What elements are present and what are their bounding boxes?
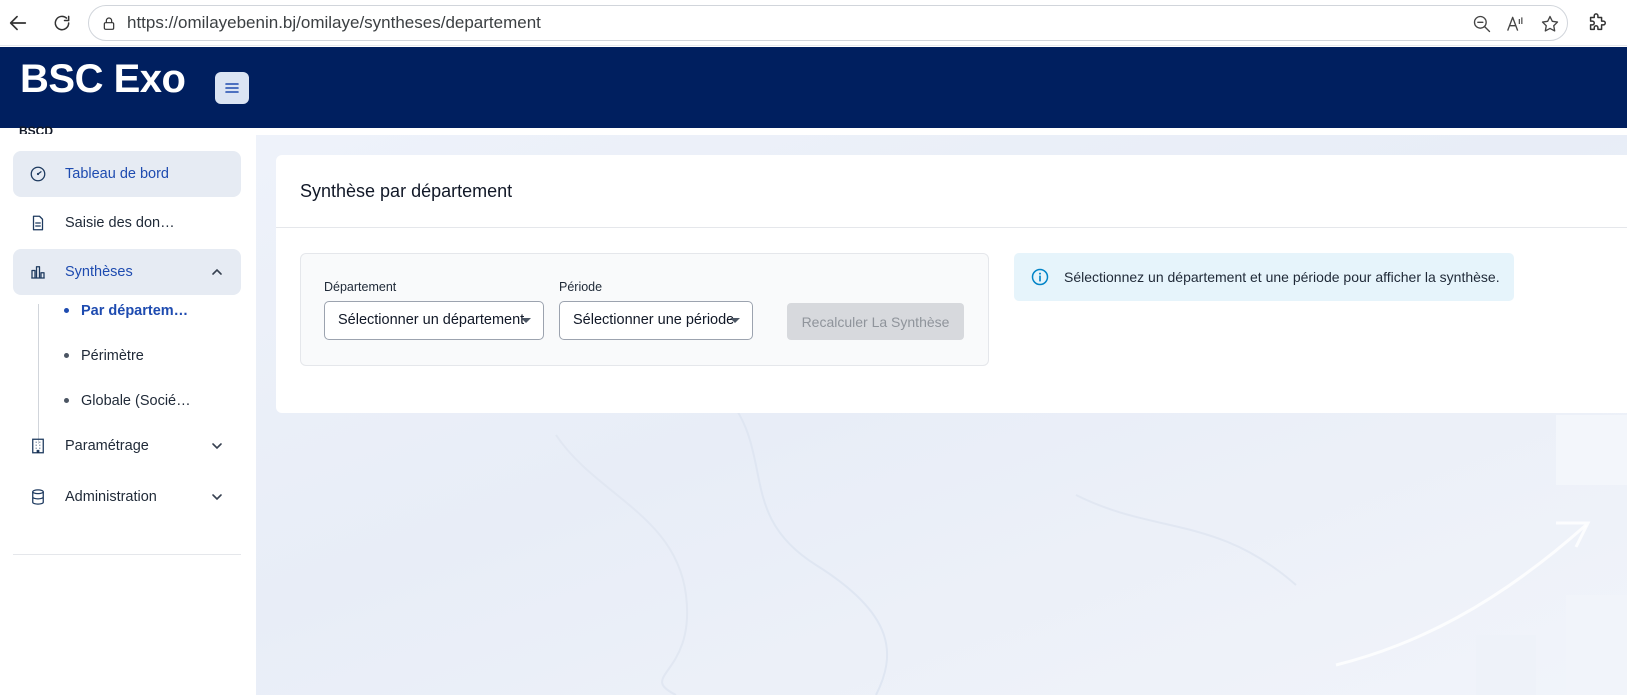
lock-icon bbox=[99, 14, 119, 34]
sidebar-item-administration[interactable]: Administration bbox=[13, 474, 241, 520]
building-icon bbox=[28, 436, 48, 456]
submenu-item-globale[interactable]: Globale (Socié… bbox=[64, 393, 191, 409]
read-aloud-icon[interactable] bbox=[1505, 13, 1527, 35]
periode-select-value: Sélectionner une période bbox=[573, 312, 735, 328]
sidebar-item-label: Saisie des don… bbox=[65, 215, 175, 231]
browser-toolbar: https://omilayebenin.bj/omilaye/synthese… bbox=[0, 0, 1627, 46]
recalculer-button[interactable]: Recalculer La Synthèse bbox=[787, 303, 964, 340]
gauge-icon bbox=[28, 164, 48, 184]
arrow-left-icon bbox=[9, 15, 27, 31]
bullet-icon bbox=[64, 307, 69, 313]
zoom-out-icon[interactable] bbox=[1471, 13, 1493, 35]
extensions-button[interactable] bbox=[1582, 8, 1612, 38]
caret-down-icon bbox=[521, 318, 531, 323]
sidebar-item-syntheses[interactable]: Synthèses bbox=[13, 249, 241, 295]
sidebar-item-label: Tableau de bord bbox=[65, 166, 169, 182]
synthese-card: Synthèse par département Département Sél… bbox=[276, 155, 1627, 413]
sidebar-item-label: Paramétrage bbox=[65, 438, 149, 454]
sidebar-item-saisie-des-donnees[interactable]: Saisie des don… bbox=[13, 200, 241, 246]
caret-down-icon bbox=[730, 318, 740, 323]
departement-select[interactable]: Sélectionner un département bbox=[324, 301, 544, 340]
app-header: BSC Exo bbox=[0, 47, 1627, 128]
sidebar-divider bbox=[13, 554, 241, 555]
puzzle-icon bbox=[1589, 13, 1606, 31]
sidebar-item-parametrage[interactable]: Paramétrage bbox=[13, 423, 241, 469]
periode-select[interactable]: Sélectionner une période bbox=[559, 301, 753, 340]
bullet-icon bbox=[64, 352, 69, 358]
page-title: Synthèse par département bbox=[300, 181, 513, 201]
reload-icon bbox=[54, 15, 70, 31]
filter-panel: Département Sélectionner un département … bbox=[300, 253, 989, 366]
favorite-star-icon[interactable] bbox=[1539, 13, 1561, 35]
back-button[interactable] bbox=[3, 8, 33, 38]
reload-button[interactable] bbox=[47, 8, 77, 38]
bar-chart-icon bbox=[28, 262, 48, 282]
hamburger-icon bbox=[225, 83, 239, 93]
departement-select-value: Sélectionner un département bbox=[338, 312, 525, 328]
address-bar[interactable]: https://omilayebenin.bj/omilaye/synthese… bbox=[88, 5, 1568, 41]
sidebar-item-label: Synthèses bbox=[65, 264, 133, 280]
document-icon bbox=[28, 213, 48, 233]
sidebar: BSCD Tableau de bord Saisie des don… Syn… bbox=[0, 124, 256, 695]
sidebar-item-label: Administration bbox=[65, 489, 157, 505]
main-content: Synthèse par département Département Sél… bbox=[256, 135, 1627, 695]
chevron-down-icon bbox=[209, 489, 225, 505]
info-icon bbox=[1031, 268, 1049, 286]
periode-label: Période bbox=[559, 280, 603, 294]
departement-label: Département bbox=[324, 280, 397, 294]
address-url: https://omilayebenin.bj/omilaye/synthese… bbox=[127, 13, 541, 32]
card-divider bbox=[276, 227, 1627, 228]
bullet-icon bbox=[64, 397, 69, 403]
brand-logo: BSC Exo bbox=[20, 57, 186, 101]
chevron-down-icon bbox=[209, 438, 225, 454]
submenu-item-par-departement[interactable]: Par départem… bbox=[64, 303, 188, 319]
info-alert: Sélectionnez un département et une pério… bbox=[1014, 253, 1514, 301]
database-icon bbox=[28, 487, 48, 507]
info-alert-text: Sélectionnez un département et une pério… bbox=[1064, 269, 1500, 285]
menu-toggle-button[interactable] bbox=[215, 72, 249, 104]
brand-subtitle: BSCD bbox=[19, 124, 54, 134]
chevron-up-icon bbox=[209, 264, 225, 280]
sidebar-item-tableau-de-bord[interactable]: Tableau de bord bbox=[13, 151, 241, 197]
submenu-item-perimetre[interactable]: Périmètre bbox=[64, 348, 144, 364]
